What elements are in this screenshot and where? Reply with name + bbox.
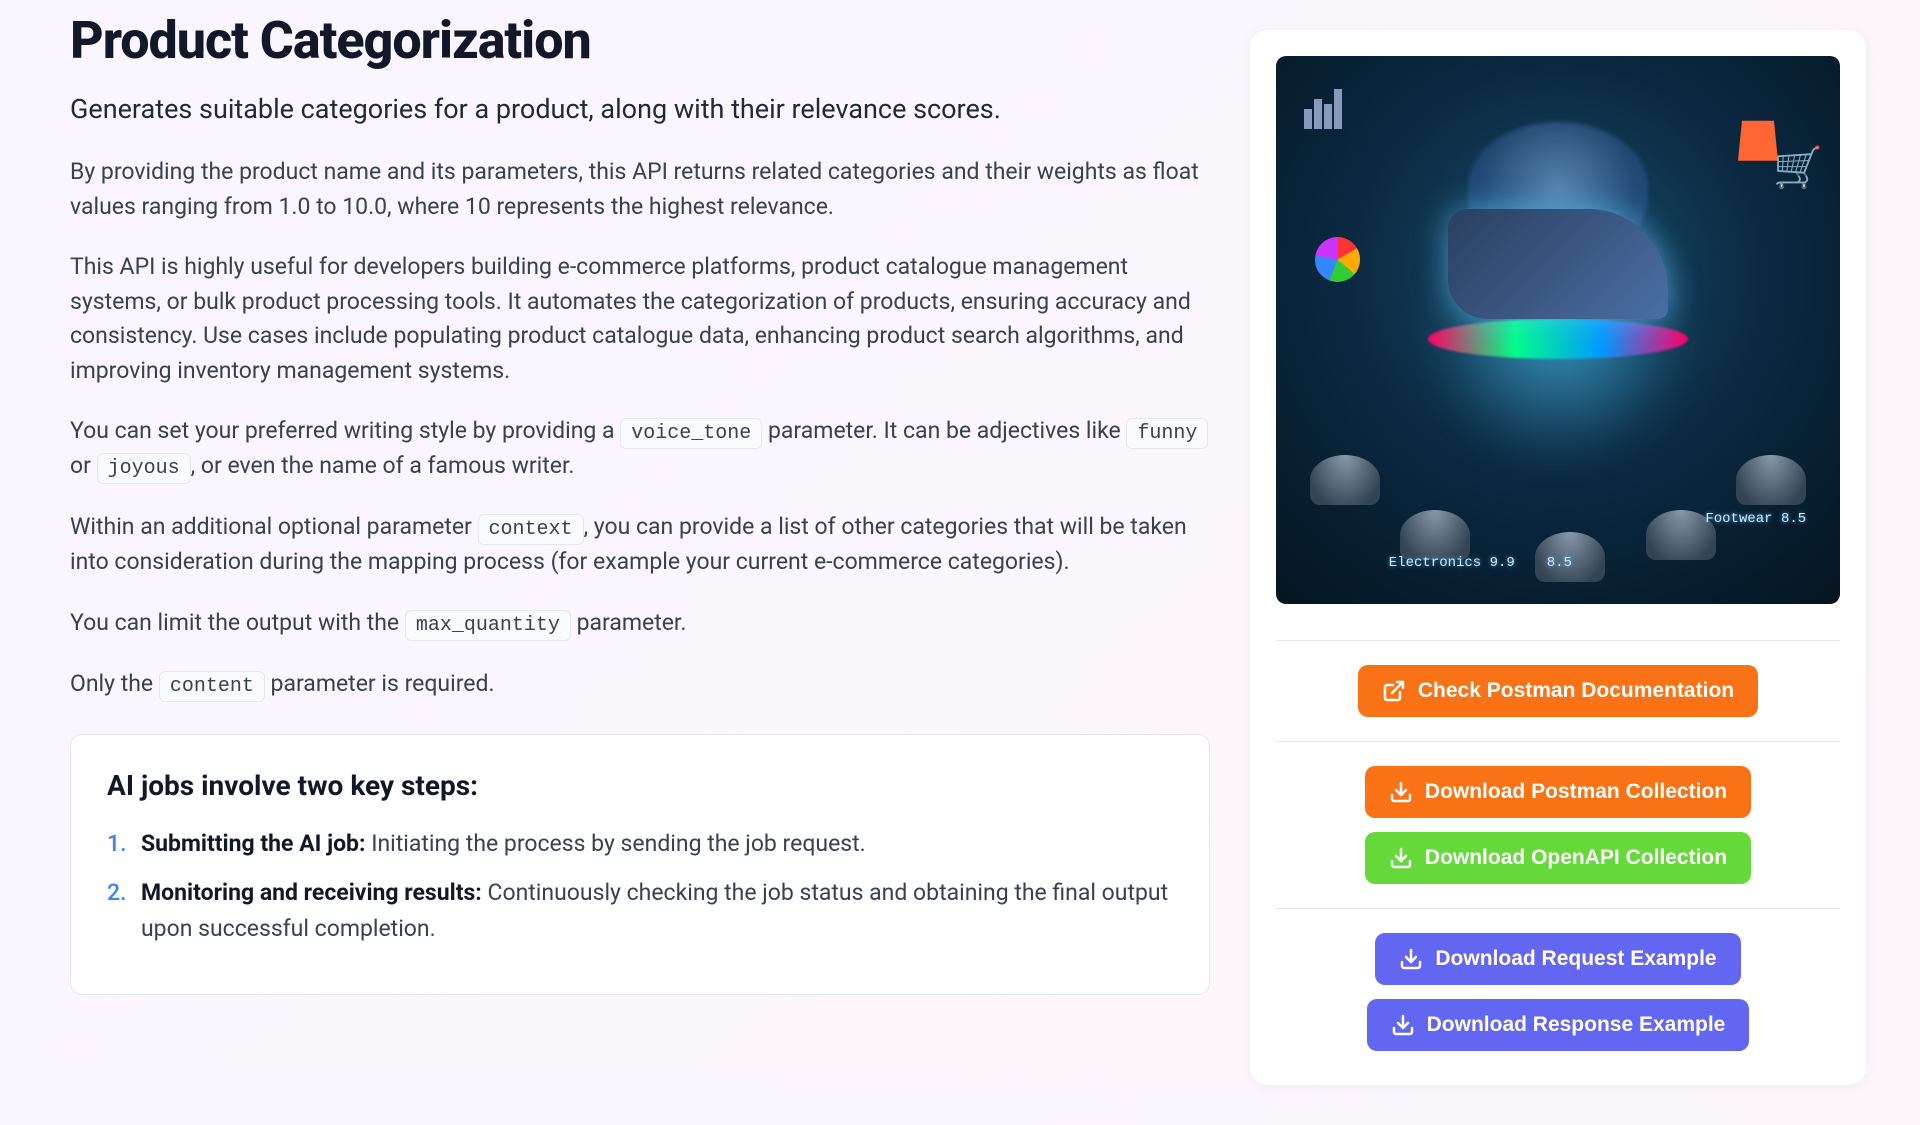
text: parameter. It can be adjectives like (762, 417, 1126, 444)
shopping-cart-icon: 🛒 (1773, 144, 1823, 191)
hero-label: 8.5 (1547, 555, 1572, 571)
button-label: Download Response Example (1427, 1013, 1726, 1037)
text: parameter is required. (265, 670, 495, 697)
hero-image: 🛒 Electronics 9.9 8.5 Footwear 8.5 (1276, 56, 1840, 604)
code-content: content (159, 671, 265, 702)
button-group: Download Request Example Download Respon… (1276, 908, 1840, 1059)
external-link-icon (1382, 679, 1406, 703)
bar-chart-icon (1304, 89, 1354, 139)
text: Within an additional optional parameter (70, 513, 478, 540)
button-label: Download OpenAPI Collection (1425, 846, 1727, 870)
pedestal-graphic (1736, 455, 1806, 505)
text: , or even the name of a famous writer. (191, 452, 575, 479)
steps-heading: AI jobs involve two key steps: (107, 769, 1173, 802)
step-item: Submitting the AI job: Initiating the pr… (107, 826, 1173, 862)
text: parameter. (571, 609, 687, 636)
download-icon (1389, 780, 1413, 804)
paragraph: You can set your preferred writing style… (70, 414, 1210, 484)
text: You can limit the output with the (70, 609, 405, 636)
hero-label: Footwear 8.5 (1705, 511, 1806, 527)
button-group: Download Postman Collection Download Ope… (1276, 741, 1840, 908)
step-bold: Submitting the AI job: (141, 830, 365, 857)
main-content: Product Categorization Generates suitabl… (70, 10, 1210, 1085)
shopping-bag-icon (1738, 111, 1778, 161)
pedestal-graphic (1310, 455, 1380, 505)
download-request-button[interactable]: Download Request Example (1375, 933, 1740, 985)
step-bold: Monitoring and receiving results: (141, 879, 482, 906)
code-joyous: joyous (97, 453, 191, 484)
step-item: Monitoring and receiving results: Contin… (107, 875, 1173, 946)
steps-card: AI jobs involve two key steps: Submittin… (70, 734, 1210, 996)
platform-graphic (1428, 319, 1688, 359)
code-context: context (478, 514, 584, 545)
button-label: Check Postman Documentation (1418, 679, 1734, 703)
paragraph: You can limit the output with the max_qu… (70, 606, 1210, 641)
paragraph: Only the content parameter is required. (70, 667, 1210, 702)
code-funny: funny (1126, 418, 1208, 449)
text: or (70, 452, 97, 479)
hero-label: Electronics 9.9 (1389, 555, 1515, 571)
page-title: Product Categorization (70, 10, 1210, 71)
shoe-graphic (1448, 209, 1668, 319)
download-icon (1399, 947, 1423, 971)
download-icon (1389, 846, 1413, 870)
code-max-quantity: max_quantity (405, 610, 571, 641)
paragraph: This API is highly useful for developers… (70, 250, 1210, 388)
download-icon (1391, 1013, 1415, 1037)
paragraph: Within an additional optional parameter … (70, 510, 1210, 580)
check-postman-button[interactable]: Check Postman Documentation (1358, 665, 1758, 717)
button-label: Download Request Example (1435, 947, 1716, 971)
step-rest: Initiating the process by sending the jo… (365, 830, 865, 857)
page-subtitle: Generates suitable categories for a prod… (70, 93, 1210, 125)
download-postman-button[interactable]: Download Postman Collection (1365, 766, 1751, 818)
download-response-button[interactable]: Download Response Example (1367, 999, 1750, 1051)
text: Only the (70, 670, 159, 697)
paragraph: By providing the product name and its pa… (70, 155, 1210, 224)
text: You can set your preferred writing style… (70, 417, 620, 444)
button-label: Download Postman Collection (1425, 780, 1727, 804)
pie-chart-icon (1315, 237, 1360, 282)
button-group: Check Postman Documentation (1276, 640, 1840, 741)
code-voice-tone: voice_tone (620, 418, 762, 449)
sidebar: 🛒 Electronics 9.9 8.5 Footwear 8.5 Check… (1250, 30, 1866, 1085)
download-openapi-button[interactable]: Download OpenAPI Collection (1365, 832, 1751, 884)
pedestal-graphic (1400, 510, 1470, 560)
